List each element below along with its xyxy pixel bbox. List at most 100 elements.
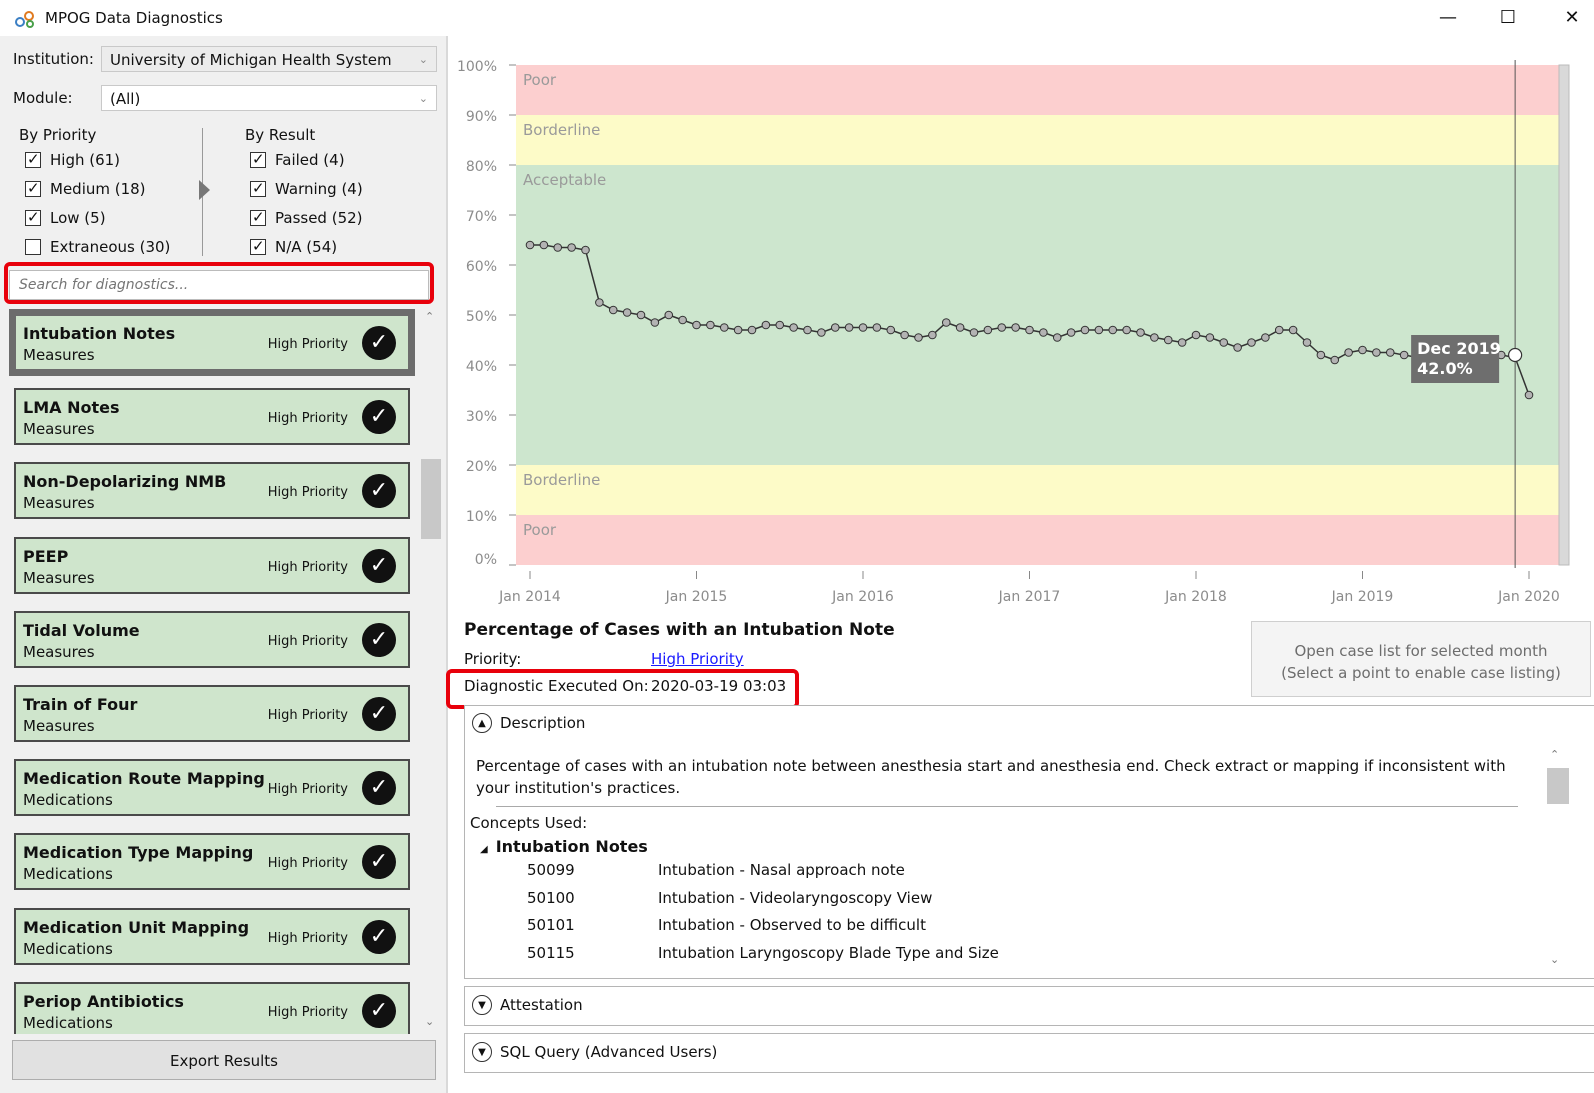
diagnostic-category: Medications [23,791,113,810]
search-highlight-annotation [4,262,434,304]
diagnostic-priority: High Priority [267,559,348,575]
attestation-expander[interactable]: ▼ Attestation [472,995,583,1015]
diagnostic-item[interactable]: Medication Route Mapping Medications High … [14,759,410,817]
diagnostic-item[interactable]: Tidal Volume Measures High Priority ✓ [14,610,410,668]
data-point [1136,328,1145,337]
concept-group[interactable]: ◢ Intubation Notes [480,837,648,856]
priority-checkbox-label: Low (5) [50,209,106,227]
data-point [608,305,618,315]
diagnostic-priority: High Priority [267,930,348,946]
data-point [1052,333,1062,342]
result-checkbox[interactable]: Warning (4) [250,178,363,200]
description-scroll-thumb[interactable] [1547,768,1569,804]
module-select[interactable]: (All) ⌄ [101,85,437,111]
data-point [1025,325,1034,335]
chevron-down-icon[interactable]: ⌄ [425,1015,434,1028]
institution-label: Institution: [13,50,94,68]
priority-link[interactable]: High Priority [651,650,744,668]
by-priority-header: By Priority [19,126,97,144]
trend-chart[interactable]: Poor Borderline Acceptable Borderline Poor 0%… [448,36,1594,616]
diagnostic-item[interactable]: Intubation Notes Measures High Priority ✓ [14,314,410,371]
data-point [692,320,701,330]
priority-checkbox[interactable]: Extraneous (30) [25,236,170,258]
check-icon: ✓ [362,993,396,1028]
checkbox-icon[interactable] [25,150,41,168]
diagnostic-item[interactable]: Non-Depolarizing NMB Measures High Priorit… [14,462,410,520]
data-point [928,330,937,340]
chevron-down-icon: ⌄ [418,92,428,105]
priority-checkbox-label: Extraneous (30) [50,238,171,256]
diagnostic-priority: High Priority [267,856,348,872]
checkbox-icon[interactable] [25,179,41,197]
data-point [761,320,771,330]
result-checkbox[interactable]: Passed (52) [250,207,363,229]
attestation-panel[interactable]: ▼ Attestation [464,986,1594,1026]
diagnostic-item[interactable]: PEEP Measures High Priority ✓ [14,536,410,594]
concept-id: 50100 [527,888,575,907]
checkbox-icon[interactable] [250,208,266,226]
description-expander[interactable]: ▲ Description [472,713,585,733]
data-point [1094,325,1104,335]
priority-checkbox[interactable]: Medium (18) [25,178,146,200]
diagnostic-name: LMA Notes [23,398,120,418]
priority-checkbox[interactable]: Low (5) [25,207,106,229]
data-point [900,330,909,340]
checkbox-icon[interactable] [25,208,41,226]
diagnostic-name: PEEP [23,546,69,566]
concept-id: 50099 [527,861,575,879]
result-checkbox-label: N/A (54) [275,238,338,256]
list-scroll-thumb[interactable] [421,459,441,539]
checkbox-icon[interactable] [250,237,266,255]
check-icon: ✓ [362,400,396,435]
chevron-up-icon[interactable]: ⌃ [425,310,434,323]
data-point [1288,325,1298,335]
data-point [844,323,854,332]
maximize-button[interactable]: ☐ [1488,4,1528,32]
diagnostic-name: Intubation Notes [23,324,176,343]
diagnostic-item[interactable]: Train of Four Measures High Priority ✓ [14,685,410,742]
check-icon: ✓ [362,771,396,806]
check-icon: ✓ [362,548,396,583]
data-point [1163,335,1173,345]
institution-select[interactable]: University of Michigan Health System ⌄ [101,46,437,72]
result-checkbox[interactable]: N/A (54) [250,236,337,258]
sql-panel[interactable]: ▼ SQL Query (Advanced Users) [464,1033,1594,1073]
diagnostic-category: Measures [23,346,95,364]
chevron-up-icon[interactable]: ⌃ [1550,748,1559,761]
minimize-button[interactable]: — [1428,4,1468,32]
result-checkbox[interactable]: Failed (4) [250,149,345,171]
checkbox-icon[interactable] [250,150,266,168]
checkbox-icon[interactable] [250,179,266,197]
check-icon: ✓ [362,845,396,880]
diagnostic-priority: High Priority [267,485,348,501]
institution-value: University of Michigan Health System [110,51,392,69]
export-results-button[interactable]: Export Results [12,1040,436,1080]
open-case-list-button[interactable]: Open case list for selected month (Selec… [1251,621,1591,697]
data-point [1011,323,1020,332]
result-checkbox-label: Failed (4) [275,151,345,169]
concept-id: 50101 [527,916,575,934]
band-label: Poor [523,71,557,89]
data-point [733,325,743,335]
data-point [1191,330,1201,340]
sql-expander[interactable]: ▼ SQL Query (Advanced Users) [472,1042,717,1062]
y-tick-label: 20% [466,459,497,475]
data-point [1247,338,1256,347]
check-icon: ✓ [362,326,396,360]
checkbox-icon[interactable] [25,239,41,255]
diagnostic-priority: High Priority [267,708,348,723]
y-tick-label: 90% [466,109,497,125]
diagnostic-priority: High Priority [267,411,348,427]
diagnostic-item[interactable]: Periop Antibiotics Medications High Priori… [14,981,410,1034]
diagnostic-item[interactable]: Medication Type Mapping Medications High P… [14,833,410,891]
data-point [539,240,549,250]
close-button[interactable]: ✕ [1552,4,1592,32]
diagnostic-item[interactable]: LMA Notes Measures High Priority ✓ [14,388,410,446]
diagnostic-item[interactable]: Medication Unit Mapping Medications High P… [14,907,410,965]
priority-checkbox[interactable]: High (61) [25,149,120,171]
list-scrollbar[interactable] [420,306,444,1034]
y-tick-label: 80% [466,159,497,175]
data-point [1358,345,1367,355]
chevron-down-icon[interactable]: ⌄ [1550,953,1559,966]
diagnostic-title: Percentage of Cases with an Intubation N… [464,620,895,640]
